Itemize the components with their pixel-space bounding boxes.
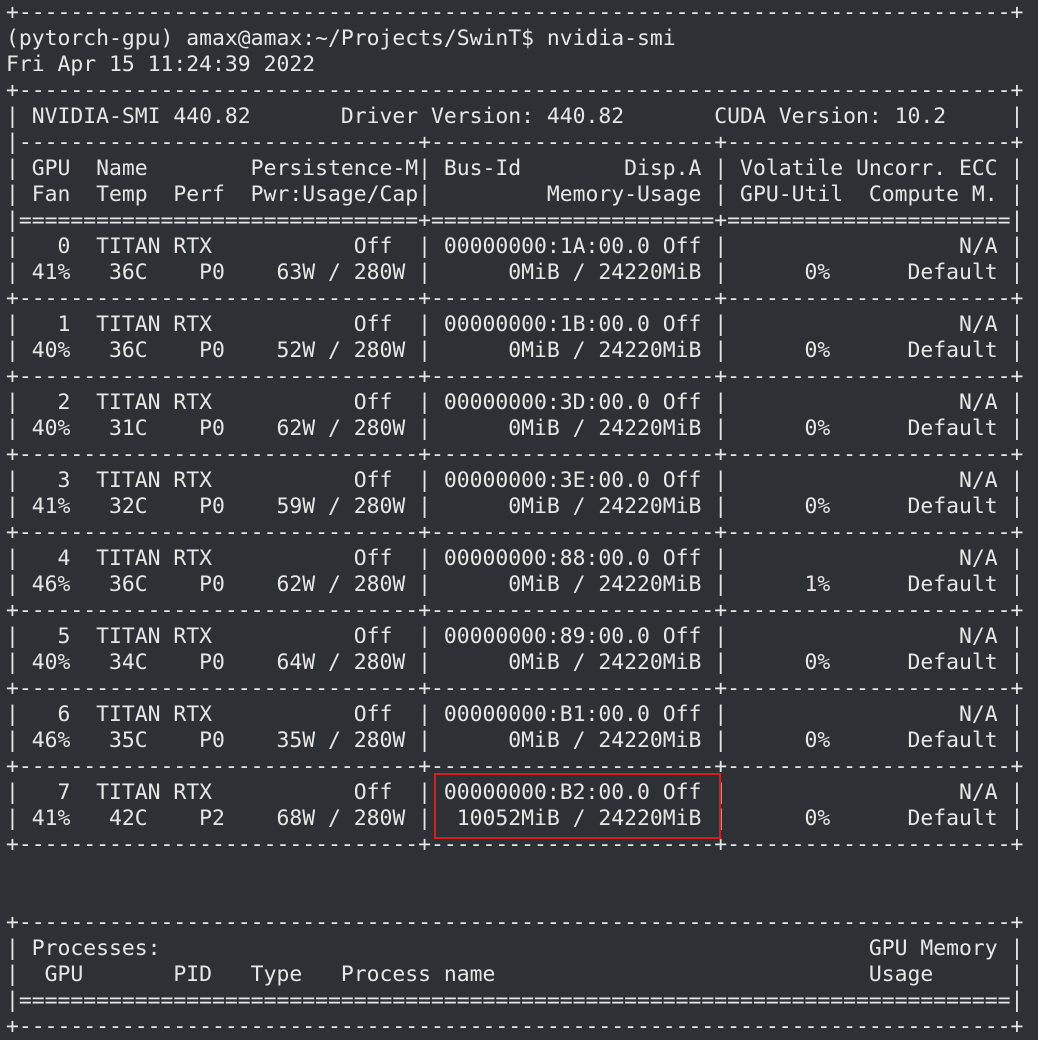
processes-header-separator: |=======================================… <box>6 988 1024 1013</box>
gpu-5-row-1: | 5 TITAN RTX Off | 00000000:89:00.0 Off… <box>6 624 1024 649</box>
gpu-4-row-2: | 46% 36C P0 62W / 280W | 0MiB / 24220Mi… <box>6 572 1024 597</box>
gpu-4-row-1: | 4 TITAN RTX Off | 00000000:88:00.0 Off… <box>6 546 1024 571</box>
gpu-3-row-2: | 41% 32C P0 59W / 280W | 0MiB / 24220Mi… <box>6 494 1024 519</box>
gpu-2-row-2: | 40% 31C P0 62W / 280W | 0MiB / 24220Mi… <box>6 416 1024 441</box>
gpu-6-row-1: | 6 TITAN RTX Off | 00000000:B1:00.0 Off… <box>6 702 1024 727</box>
processes-header-row-2: | GPU PID Type Process name Usage | <box>6 962 1024 987</box>
table-divider: +-------------------------------+-------… <box>6 520 1024 545</box>
command-prompt-line: (pytorch-gpu) amax@amax:~/Projects/SwinT… <box>6 26 676 51</box>
gpu-0-row-2: | 41% 36C P0 63W / 280W | 0MiB / 24220Mi… <box>6 260 1024 285</box>
gpu-3-row-1: | 3 TITAN RTX Off | 00000000:3E:00.0 Off… <box>6 468 1024 493</box>
gpu-2-row-1: | 2 TITAN RTX Off | 00000000:3D:00.0 Off… <box>6 390 1024 415</box>
processes-header-row-1: | Processes: GPU Memory | <box>6 936 1024 961</box>
table-divider: +-------------------------------+-------… <box>6 832 1024 857</box>
gpu-7-row-1: | 7 TITAN RTX Off | 00000000:B2:00.0 Off… <box>6 780 1024 805</box>
terminal-window[interactable]: +---------------------------------------… <box>0 0 1038 1039</box>
gpu-1-row-2: | 40% 36C P0 52W / 280W | 0MiB / 24220Mi… <box>6 338 1024 363</box>
driver-info-line: | NVIDIA-SMI 440.82 Driver Version: 440.… <box>6 104 1024 129</box>
gpu-1-row-1: | 1 TITAN RTX Off | 00000000:1B:00.0 Off… <box>6 312 1024 337</box>
terminal-line: +---------------------------------------… <box>6 0 1024 25</box>
table-divider: +-------------------------------+-------… <box>6 286 1024 311</box>
table-header-row-1: | GPU Name Persistence-M| Bus-Id Disp.A … <box>6 156 1024 181</box>
gpu-7-row-2: | 41% 42C P2 68W / 280W | 10052MiB / 242… <box>6 806 1024 831</box>
table-divider: +-------------------------------+-------… <box>6 598 1024 623</box>
table-header-row-2: | Fan Temp Perf Pwr:Usage/Cap| Memory-Us… <box>6 182 1024 207</box>
table-divider: |-------------------------------+-------… <box>6 130 1024 155</box>
table-divider: +-------------------------------+-------… <box>6 754 1024 779</box>
gpu-6-row-2: | 46% 35C P0 35W / 280W | 0MiB / 24220Mi… <box>6 728 1024 753</box>
table-divider: +-------------------------------+-------… <box>6 676 1024 701</box>
table-border: +---------------------------------------… <box>6 78 1024 103</box>
timestamp-line: Fri Apr 15 11:24:39 2022 <box>6 52 316 77</box>
gpu-0-row-1: | 0 TITAN RTX Off | 00000000:1A:00.0 Off… <box>6 234 1024 259</box>
gpu-5-row-2: | 40% 34C P0 64W / 280W | 0MiB / 24220Mi… <box>6 650 1024 675</box>
table-divider: +-------------------------------+-------… <box>6 364 1024 389</box>
table-header-separator: |===============================+=======… <box>6 208 1024 233</box>
table-divider: +-------------------------------+-------… <box>6 442 1024 467</box>
processes-table-border: +---------------------------------------… <box>6 1014 1024 1039</box>
processes-table-border: +---------------------------------------… <box>6 910 1024 935</box>
